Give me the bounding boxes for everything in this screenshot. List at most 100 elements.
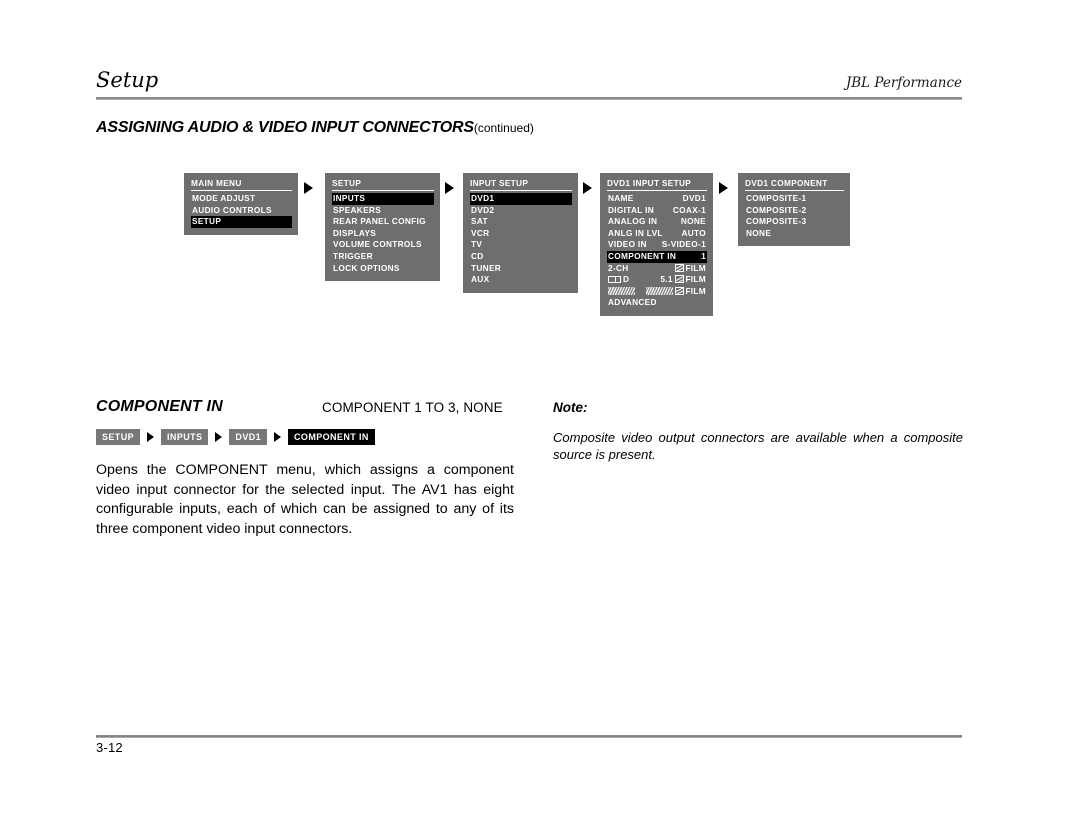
feature-name: COMPONENT IN xyxy=(96,398,223,415)
osd-menu-item-label: CD xyxy=(471,250,484,261)
osd-menu-item: CD xyxy=(470,251,572,263)
osd-menu-item: SAT xyxy=(470,216,572,228)
feature-values: COMPONENT 1 TO 3, NONE xyxy=(322,400,503,415)
osd-menu-item-label: VIDEO IN xyxy=(608,239,647,250)
breadcrumb: SETUP INPUTS DVD1 COMPONENT IN xyxy=(96,429,516,445)
flow-arrow-icon-1 xyxy=(304,182,313,194)
osd-menu-item: TRIGGER xyxy=(332,251,434,263)
osd-menu-item-label: LOCK OPTIONS xyxy=(333,262,400,273)
breadcrumb-arrow-icon xyxy=(147,432,155,442)
page-title: Setup xyxy=(96,68,159,92)
osd-menu-item-value: S-VIDEO-1 xyxy=(661,239,706,250)
osd-menu-item-label: DIGITAL IN xyxy=(608,204,655,215)
osd-menu-item-label: SAT xyxy=(471,216,488,227)
osd-menu-item-label: ANLG IN LVL xyxy=(608,227,663,238)
flow-arrow-icon-2 xyxy=(445,182,454,194)
osd-menu-item: DISPLAYS xyxy=(332,228,434,240)
osd-menu-item-label: TV xyxy=(471,239,483,250)
osd-menu-item-value: AUTO xyxy=(681,227,706,238)
breadcrumb-item-inputs: INPUTS xyxy=(161,429,209,445)
section-heading-text: ASSIGNING AUDIO & VIDEO INPUT CONNECTORS xyxy=(96,119,474,136)
osd-menu-item-label: DVD2 xyxy=(471,204,495,215)
breadcrumb-arrow-icon xyxy=(274,432,282,442)
osd-menu-item-value: FILM xyxy=(675,263,706,275)
osd-menu-item-label: SPEAKERS xyxy=(333,204,382,215)
osd-menu-item-label: MODE ADJUST xyxy=(192,193,256,203)
osd-menu-title: INPUT SETUP xyxy=(470,178,572,191)
osd-menu-item-label: AUDIO CONTROLS xyxy=(192,204,272,215)
osd-menu-item-value: 1 xyxy=(701,250,706,261)
osd-menu-title: DVD1 COMPONENT xyxy=(745,178,844,191)
osd-menu-item: ANALOG IN NONE xyxy=(607,216,707,228)
osd-menu-item: AUX xyxy=(470,274,572,286)
osd-menu-input-setup-menu: INPUT SETUP DVD1 DVD2 SAT VCR TV CD TUNER AUX xyxy=(463,173,578,293)
osd-menu-item-label: INPUTS xyxy=(333,193,366,203)
footer-divider xyxy=(96,735,962,738)
osd-menu-item-value: NONE xyxy=(680,216,706,227)
osd-menu-dvd1-input-setup-menu: DVD1 INPUT SETUP NAME DVD1 DIGITAL IN COAX-1… xyxy=(600,173,713,316)
osd-menu-item: NONE xyxy=(745,228,844,240)
osd-menu-title: DVD1 INPUT SETUP xyxy=(607,178,707,191)
brand-label: JBL Performance xyxy=(845,75,962,91)
note-column: Note: Composite video output connectors … xyxy=(553,400,963,463)
osd-menu-item-label: COMPOSITE-1 xyxy=(746,193,807,203)
osd-menu-item: LOCK OPTIONS xyxy=(332,263,434,275)
breadcrumb-item-setup: SETUP xyxy=(96,429,141,445)
feature-description: Opens the COMPONENT menu, which assigns … xyxy=(96,462,514,537)
section-heading: ASSIGNING AUDIO & VIDEO INPUT CONNECTORS… xyxy=(96,119,534,137)
osd-menu-item-label: NAME xyxy=(608,193,634,203)
osd-menu-item-label xyxy=(608,286,635,298)
note-text: Composite video output connectors are av… xyxy=(553,430,963,462)
osd-menu-main-menu: MAIN MENU MODE ADJUST AUDIO CONTROLS SETUP xyxy=(184,173,298,235)
film-mode-icon xyxy=(675,275,685,284)
osd-menu-item-label: 2-CH xyxy=(608,262,629,273)
breadcrumb-item-component-in: COMPONENT IN xyxy=(288,429,375,445)
osd-menu-item: ADVANCED xyxy=(607,297,707,309)
osd-menu-item-selected: DVD1 xyxy=(470,193,572,205)
osd-menu-item: DIGITAL IN COAX-1 xyxy=(607,205,707,217)
osd-menu-item-label: TUNER xyxy=(471,262,502,273)
osd-menu-item: COMPOSITE-3 xyxy=(745,216,844,228)
osd-menu-item: TUNER xyxy=(470,263,572,275)
osd-menu-item: VIDEO IN S-VIDEO-1 xyxy=(607,239,707,251)
note-title: Note: xyxy=(553,400,588,415)
osd-menu-item-label: ADVANCED xyxy=(608,297,657,308)
osd-menu-item-label: REAR PANEL CONFIG xyxy=(333,216,426,227)
film-mode-icon xyxy=(675,263,685,272)
osd-menu-item: MODE ADJUST xyxy=(191,193,292,205)
osd-menu-item: ANLG IN LVL AUTO xyxy=(607,228,707,240)
osd-menu-item-label: DISPLAYS xyxy=(333,227,377,238)
dts-logo-icon xyxy=(645,286,673,295)
dts-logo-icon xyxy=(608,286,635,295)
breadcrumb-item-dvd1: DVD1 xyxy=(229,429,268,445)
osd-menu-item-label: COMPONENT IN xyxy=(608,250,677,261)
osd-menu-item-value: DVD1 xyxy=(682,193,706,203)
osd-menu-item-selected: SETUP xyxy=(191,216,292,228)
osd-menu-item: VOLUME CONTROLS xyxy=(332,239,434,251)
osd-menu-item-value: 5.1 FILM xyxy=(660,274,706,285)
osd-menu-item: REAR PANEL CONFIG xyxy=(332,216,434,228)
header-divider xyxy=(96,97,962,100)
osd-menu-item: D 5.1 FILM xyxy=(607,274,707,286)
osd-menu-item-value: COAX-1 xyxy=(672,204,706,215)
osd-menu-item: DVD2 xyxy=(470,205,572,217)
flow-arrow-icon-4 xyxy=(719,182,728,194)
osd-menu-item-label: TRIGGER xyxy=(333,250,373,261)
osd-menu-item-value: FILM xyxy=(645,286,706,298)
osd-menu-title: MAIN MENU xyxy=(191,178,292,191)
dolby-digital-icon xyxy=(608,275,621,284)
breadcrumb-arrow-icon xyxy=(215,432,223,442)
osd-menu-item: TV xyxy=(470,239,572,251)
page-number: 3-12 xyxy=(96,740,123,755)
osd-menu-item: 2-CH FILM xyxy=(607,263,707,275)
osd-menu-item-label: DVD1 xyxy=(471,193,495,203)
osd-menu-item-label: COMPOSITE-2 xyxy=(746,204,807,215)
osd-menu-item: SPEAKERS xyxy=(332,205,434,217)
film-mode-icon xyxy=(675,286,685,295)
osd-menu-item-selected: COMPONENT IN 1 xyxy=(607,250,707,263)
osd-menu-item: VCR xyxy=(470,228,572,240)
feature-column: COMPONENT IN COMPONENT 1 TO 3, NONE SETU… xyxy=(96,398,516,539)
osd-menu-item: AUDIO CONTROLS xyxy=(191,205,292,217)
osd-menu-dvd1-component-menu: DVD1 COMPONENT COMPOSITE-1 COMPOSITE-2 COMP… xyxy=(738,173,850,247)
osd-menu-item: FILM xyxy=(607,286,707,298)
